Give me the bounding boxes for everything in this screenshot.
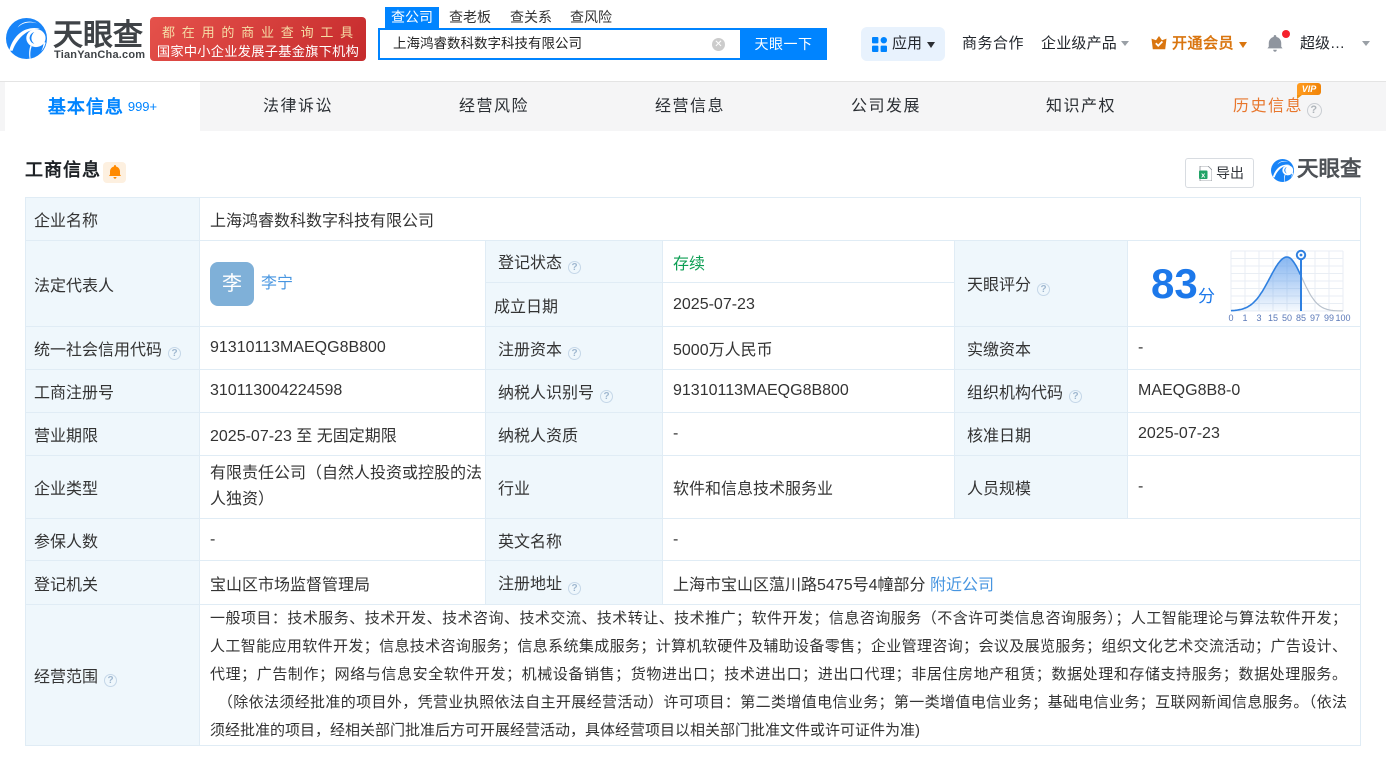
svg-text:50: 50 [1282,313,1292,323]
svg-text:97: 97 [1310,313,1320,323]
svg-text:0: 0 [1228,313,1233,323]
svg-text:3: 3 [1256,313,1261,323]
svg-text:85: 85 [1296,313,1306,323]
svg-text:15: 15 [1268,313,1278,323]
svg-text:100: 100 [1335,313,1350,323]
svg-text:99: 99 [1324,313,1334,323]
svg-text:1: 1 [1242,313,1247,323]
